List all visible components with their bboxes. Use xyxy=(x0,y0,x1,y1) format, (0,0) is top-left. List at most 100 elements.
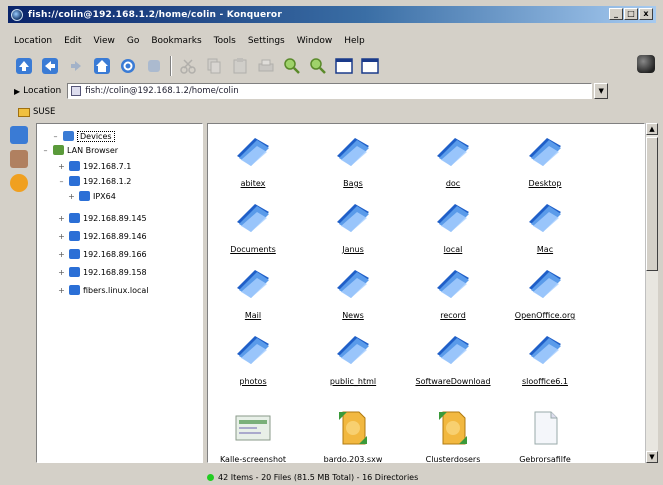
tree-expander[interactable]: + xyxy=(67,192,76,201)
reload-button[interactable] xyxy=(118,56,138,76)
file-item[interactable]: Clusterdosers xyxy=(408,408,498,462)
tree-item-host[interactable]: + IPX64 xyxy=(67,190,116,202)
file-name: abitex xyxy=(240,179,266,188)
file-name: Kalle-screenshot xyxy=(219,455,287,463)
host-icon xyxy=(69,249,80,259)
tree-item-host[interactable]: + 192.168.89.145 xyxy=(57,212,147,224)
title-bar[interactable]: fish://colin@192.168.1.2/home/colin - Ko… xyxy=(8,6,656,23)
tree-item-label: 192.168.89.166 xyxy=(83,249,147,259)
host-icon xyxy=(69,285,80,295)
home-button[interactable] xyxy=(92,56,112,76)
scroll-up-arrow-icon[interactable]: ▲ xyxy=(646,123,658,135)
tree-expander[interactable]: – xyxy=(51,132,60,141)
scrollbar-thumb[interactable] xyxy=(646,137,658,271)
file-item[interactable]: Mac xyxy=(500,198,590,255)
text-file-icon xyxy=(534,411,558,445)
file-item[interactable]: slooffice6.1 xyxy=(500,330,590,387)
close-button[interactable]: x xyxy=(639,8,653,20)
tree-expander[interactable]: – xyxy=(41,146,50,155)
location-bar: ▶ Location fish://colin@192.168.1.2/home… xyxy=(14,82,654,100)
sidebar-tab-history-icon[interactable] xyxy=(10,174,28,192)
back-button[interactable] xyxy=(40,56,60,76)
bookmark-suse[interactable]: SUSE xyxy=(14,106,59,118)
copy-button[interactable] xyxy=(204,56,224,76)
file-item[interactable]: bardo.203.sxw xyxy=(308,408,398,462)
tree-expander[interactable]: + xyxy=(57,268,66,277)
file-item[interactable]: Bags xyxy=(308,132,398,189)
paste-button[interactable] xyxy=(230,56,250,76)
image-thumbnail-icon xyxy=(235,415,271,441)
zoom-in-button[interactable] xyxy=(282,56,302,76)
detail-view-button[interactable] xyxy=(360,56,380,76)
stop-button[interactable] xyxy=(144,56,164,76)
file-item[interactable]: public_html xyxy=(308,330,398,387)
tree-expander[interactable]: + xyxy=(57,286,66,295)
tree-item-host[interactable]: + 192.168.7.1 xyxy=(57,160,131,172)
icon-view-button[interactable] xyxy=(334,56,354,76)
zoom-out-button[interactable] xyxy=(308,56,328,76)
tree-item-devices[interactable]: – Devices xyxy=(51,130,115,142)
location-clear-icon[interactable]: ▶ xyxy=(14,87,20,96)
file-name: OpenOffice.org xyxy=(514,311,576,320)
file-item[interactable]: Gebrorsafilfe xyxy=(500,408,590,462)
tree-expander[interactable]: + xyxy=(57,250,66,259)
tree-item-host[interactable]: + 192.168.89.166 xyxy=(57,248,147,260)
file-item[interactable]: Documents xyxy=(208,198,298,255)
sidebar-tab-network-icon[interactable] xyxy=(10,126,28,144)
tree-item-host[interactable]: – 192.168.1.2 xyxy=(57,175,131,187)
location-label-group: ▶ Location xyxy=(14,86,61,96)
vertical-scrollbar[interactable]: ▲ ▼ xyxy=(645,123,658,463)
file-item[interactable]: News xyxy=(308,264,398,321)
file-item[interactable]: abitex xyxy=(208,132,298,189)
file-item[interactable]: doc xyxy=(408,132,498,189)
file-item[interactable]: record xyxy=(408,264,498,321)
sidebar-tab-home-icon[interactable] xyxy=(10,150,28,168)
tree-expander[interactable]: – xyxy=(57,177,66,186)
tree-expander[interactable]: + xyxy=(57,214,66,223)
cut-button[interactable] xyxy=(178,56,198,76)
blue-folder-icon xyxy=(337,138,369,166)
print-button[interactable] xyxy=(256,56,276,76)
menu-tools[interactable]: Tools xyxy=(214,36,236,50)
file-item[interactable]: local xyxy=(408,198,498,255)
tree-expander[interactable]: + xyxy=(57,162,66,171)
konqueror-app-icon[interactable] xyxy=(11,8,23,21)
maximize-button[interactable]: □ xyxy=(624,8,638,20)
menu-view[interactable]: View xyxy=(94,36,115,50)
tree-item-host[interactable]: + 192.168.89.158 xyxy=(57,266,147,278)
host-icon xyxy=(69,161,80,171)
file-name: local xyxy=(443,245,463,254)
tree-expander[interactable]: + xyxy=(57,232,66,241)
scissors-icon xyxy=(180,58,196,74)
file-name: slooffice6.1 xyxy=(522,377,568,386)
menu-window[interactable]: Window xyxy=(297,36,333,50)
menu-location[interactable]: Location xyxy=(14,36,52,50)
up-button[interactable] xyxy=(14,56,34,76)
minimize-button[interactable]: _ xyxy=(609,8,623,20)
file-item[interactable]: Kalle-screenshot xyxy=(208,408,298,463)
menu-go[interactable]: Go xyxy=(127,36,139,50)
blue-folder-icon xyxy=(529,204,561,232)
menu-bookmarks[interactable]: Bookmarks xyxy=(151,36,201,50)
menu-settings[interactable]: Settings xyxy=(248,36,285,50)
tree-item-host[interactable]: + fibers.linux.local xyxy=(57,284,149,296)
file-item[interactable]: Janus xyxy=(308,198,398,255)
tree-item-label: IPX64 xyxy=(93,191,116,201)
file-item[interactable]: Desktop xyxy=(500,132,590,189)
file-item[interactable]: SoftwareDownload xyxy=(408,330,498,387)
tree-item-host[interactable]: + 192.168.89.146 xyxy=(57,230,147,242)
menu-help[interactable]: Help xyxy=(344,36,365,50)
menu-edit[interactable]: Edit xyxy=(64,36,81,50)
status-text: 42 Items - 20 Files (81.5 MB Total) - 16… xyxy=(218,473,419,482)
location-input[interactable]: fish://colin@192.168.1.2/home/colin xyxy=(67,83,593,99)
file-name: Mac xyxy=(536,245,554,254)
file-item[interactable]: photos xyxy=(208,330,298,387)
tree-item-lan-browser[interactable]: – LAN Browser xyxy=(41,144,118,156)
home-icon xyxy=(94,57,110,74)
forward-button[interactable] xyxy=(66,56,86,76)
file-item[interactable]: OpenOffice.org xyxy=(500,264,590,321)
location-history-dropdown[interactable]: ▼ xyxy=(594,83,609,99)
file-item[interactable]: Mail xyxy=(208,264,298,321)
tree-item-label: fibers.linux.local xyxy=(83,285,149,295)
scroll-down-arrow-icon[interactable]: ▼ xyxy=(646,451,658,463)
